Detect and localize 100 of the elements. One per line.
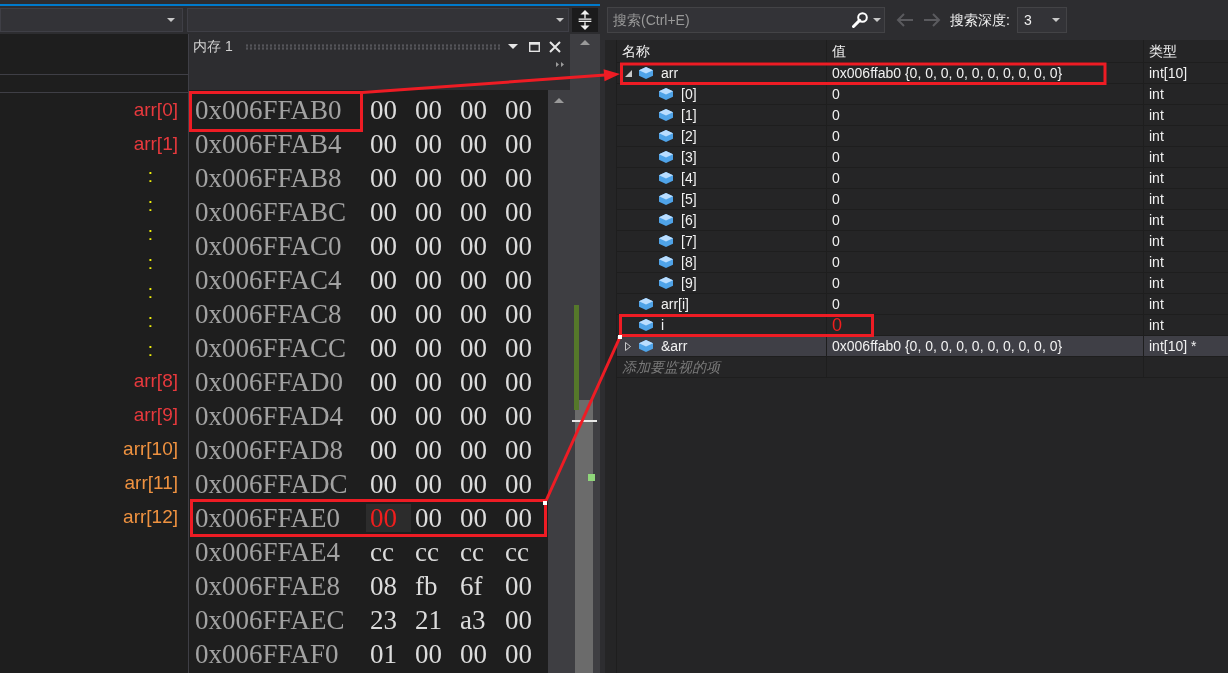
memory-byte: 00 <box>414 470 443 498</box>
expanded-triangle-icon[interactable] <box>624 69 632 77</box>
watch-value: 0 <box>832 85 840 103</box>
memory-byte: 00 <box>414 402 443 430</box>
ellipsis-label: : <box>147 193 153 216</box>
watch-value: 0x006ffab0 {0, 0, 0, 0, 0, 0, 0, 0, 0, 0} <box>832 337 1063 355</box>
watch-value: 0 <box>832 253 840 271</box>
memory-byte: 00 <box>504 300 533 328</box>
watch-value: 0 <box>832 316 842 334</box>
caret-icon <box>1051 18 1060 22</box>
maximize-icon[interactable] <box>529 41 540 52</box>
watch-type: int[10] * <box>1149 337 1197 355</box>
split-button[interactable] <box>572 8 598 32</box>
watch-name: [1] <box>681 106 697 124</box>
memory-byte: 00 <box>366 504 411 532</box>
marker-icon <box>588 474 595 481</box>
annotation-label: arr[11] <box>124 472 178 494</box>
memory-byte: fb <box>414 572 439 600</box>
watch-value: 0 <box>832 274 840 292</box>
watch-row[interactable]: [4] 0 int <box>617 168 1228 189</box>
memory-byte: 00 <box>504 266 533 294</box>
watch-value: 0 <box>832 148 840 166</box>
column-header: 名称 <box>622 42 650 60</box>
memory-byte: 00 <box>414 504 443 532</box>
drag-handle[interactable] <box>244 43 500 50</box>
watch-row[interactable]: [7] 0 int <box>617 231 1228 252</box>
memory-address: 0x006FFAB4 <box>195 133 342 155</box>
depth-dropdown[interactable]: 3 <box>1016 7 1067 33</box>
memory-address: 0x006FFAC4 <box>195 269 342 291</box>
memory-byte: 00 <box>504 198 533 226</box>
watch-name: [5] <box>681 190 697 208</box>
watch-type: int <box>1149 169 1164 187</box>
position-line <box>572 420 597 422</box>
memory-byte: 00 <box>414 300 443 328</box>
memory-byte: 08 <box>369 572 398 600</box>
watch-row[interactable]: &arr 0x006ffab0 {0, 0, 0, 0, 0, 0, 0, 0, 0, 0} int[10] * <box>617 336 1228 357</box>
memory-address: 0x006FFAC0 <box>195 235 342 257</box>
memory-byte: 00 <box>414 232 443 260</box>
watch-row[interactable]: [3] 0 int <box>617 147 1228 168</box>
overflow-icon[interactable] <box>556 62 564 67</box>
dropdown-caret-icon[interactable] <box>508 44 518 49</box>
watch-row[interactable]: arr[i] 0 int <box>617 294 1228 315</box>
watch-row[interactable]: [9] 0 int <box>617 273 1228 294</box>
scrollbar-thumb[interactable] <box>575 400 593 673</box>
memory-byte: cc <box>369 538 395 566</box>
memory-address: 0x006FFAC8 <box>195 303 342 325</box>
memory-byte: 01 <box>369 640 398 668</box>
watch-type: int <box>1149 148 1164 166</box>
memory-byte: 00 <box>414 96 443 124</box>
memory-byte: 00 <box>504 232 533 260</box>
watch-row[interactable]: [5] 0 int <box>617 189 1228 210</box>
cube-icon <box>659 193 673 205</box>
collapsed-triangle-icon[interactable] <box>625 341 631 351</box>
ellipsis-label: : <box>147 251 153 274</box>
watch-value: 0 <box>832 127 840 145</box>
split-icon <box>577 10 593 30</box>
watch-row[interactable]: [0] 0 int <box>617 84 1228 105</box>
watch-value: 0 <box>832 232 840 250</box>
memory-address: 0x006FFABC <box>195 201 347 223</box>
memory-byte: 00 <box>414 368 443 396</box>
watch-name: [8] <box>681 253 697 271</box>
memory-byte: 00 <box>414 640 443 668</box>
memory-byte: 00 <box>459 402 488 430</box>
watch-row[interactable]: [8] 0 int <box>617 252 1228 273</box>
memory-byte: 00 <box>369 368 398 396</box>
watch-row[interactable]: [6] 0 int <box>617 210 1228 231</box>
watch-type: int <box>1149 253 1164 271</box>
memory-byte: 00 <box>459 504 488 532</box>
cube-icon <box>659 277 673 289</box>
memory-byte: 00 <box>504 606 533 634</box>
scroll-up-icon[interactable] <box>554 98 564 103</box>
column-header: 值 <box>832 42 846 60</box>
memory-address: 0x006FFAB8 <box>195 167 342 189</box>
memory-byte: a3 <box>459 606 487 634</box>
memory-address: 0x006FFAEC <box>195 609 345 631</box>
depth-label: 搜索深度: <box>950 11 1010 29</box>
memory-byte: cc <box>459 538 485 566</box>
watch-type: int <box>1149 190 1164 208</box>
memory-byte: 00 <box>414 334 443 362</box>
watch-row[interactable]: [1] 0 int <box>617 105 1228 126</box>
watch-type: int <box>1149 274 1164 292</box>
memory-byte: 00 <box>414 130 443 158</box>
annotation-label: arr[0] <box>133 99 178 121</box>
search-icon[interactable] <box>852 12 868 28</box>
add-watch-field[interactable]: 添加要监视的项 <box>622 358 720 376</box>
watch-type: int <box>1149 211 1164 229</box>
watch-name: [2] <box>681 127 697 145</box>
memory-byte: 00 <box>459 640 488 668</box>
watch-name: i <box>661 316 665 334</box>
close-icon[interactable] <box>549 40 561 53</box>
scroll-up-icon[interactable] <box>580 40 590 45</box>
memory-byte: 00 <box>369 266 398 294</box>
ellipsis-label: : <box>147 280 153 303</box>
watch-row[interactable]: i 0 int <box>617 315 1228 336</box>
search-field[interactable]: 搜索(Ctrl+E) <box>607 7 885 33</box>
memory-byte: 6f <box>459 572 484 600</box>
annotation-label: arr[9] <box>133 404 178 426</box>
watch-row[interactable]: [2] 0 int <box>617 126 1228 147</box>
memory-byte: 00 <box>369 198 398 226</box>
watch-type: int <box>1149 295 1164 313</box>
